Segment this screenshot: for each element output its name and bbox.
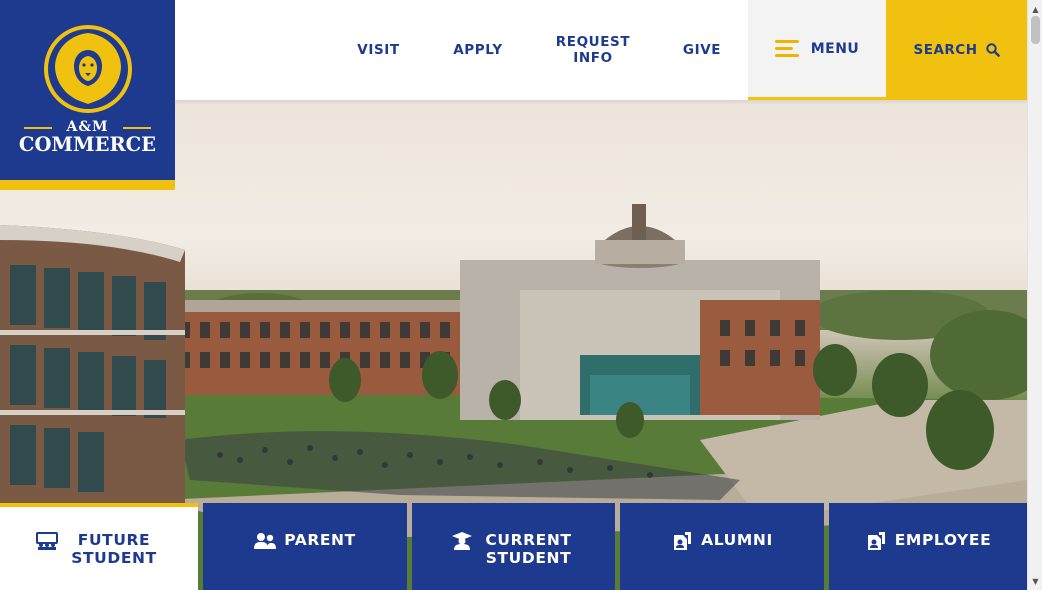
search-icon [985, 43, 1000, 57]
nav-request-info-link[interactable]: REQUEST INFO [553, 0, 633, 100]
tab-current-student-label: CURRENT STUDENT [485, 531, 572, 567]
page: A&M COMMERCE VISIT APPLY REQUEST INFO GI… [0, 0, 1042, 590]
scrollbar-thumb[interactable] [1031, 16, 1040, 44]
page-scrollbar[interactable]: ▲ ▼ [1027, 0, 1042, 590]
top-navigation: VISIT APPLY REQUEST INFO GIVE MENU SEARC… [175, 0, 1027, 100]
tab-alumni[interactable]: ALUMNI [620, 503, 824, 590]
lion-logo-icon [44, 25, 132, 113]
tab-parent-label: PARENT [284, 531, 356, 549]
hamburger-icon [774, 39, 799, 58]
menu-label: MENU [810, 40, 860, 57]
classroom-icon [36, 532, 58, 550]
users-icon [254, 533, 277, 549]
tab-current-student[interactable]: CURRENT STUDENT [412, 503, 615, 590]
tab-employee-label: EMPLOYEE [894, 531, 992, 549]
tab-future-student-label: FUTURE STUDENT [71, 531, 157, 567]
tab-alumni-label: ALUMNI [701, 531, 773, 549]
alumni-icon [674, 532, 692, 550]
nav-give-link[interactable]: GIVE [675, 0, 729, 100]
graduate-icon [451, 532, 472, 550]
tab-employee[interactable]: EMPLOYEE [829, 503, 1027, 590]
menu-button[interactable]: MENU [748, 0, 886, 100]
employee-icon [867, 532, 885, 550]
tab-parent[interactable]: PARENT [203, 503, 407, 590]
search-label: SEARCH [913, 42, 978, 58]
search-button[interactable]: SEARCH [886, 0, 1027, 100]
scroll-down-arrow-icon[interactable]: ▼ [1028, 574, 1042, 588]
logo-text-commerce: COMMERCE [18, 133, 157, 156]
university-logo[interactable]: A&M COMMERCE [0, 0, 175, 190]
scroll-up-arrow-icon[interactable]: ▲ [1028, 2, 1042, 16]
nav-visit-link[interactable]: VISIT [351, 0, 406, 100]
tab-future-student[interactable]: FUTURE STUDENT [0, 503, 198, 590]
nav-apply-link[interactable]: APPLY [447, 0, 509, 100]
